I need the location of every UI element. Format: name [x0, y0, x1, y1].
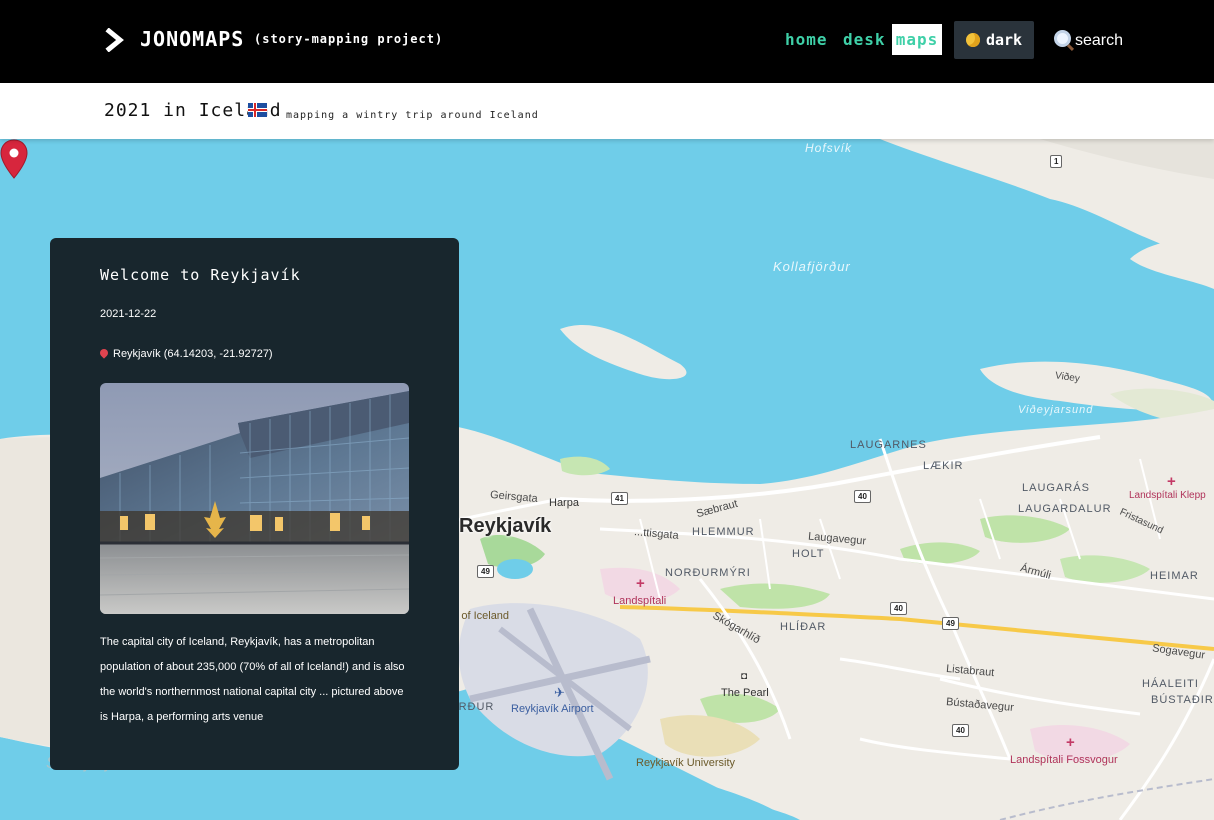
hospital-icon: + [1066, 734, 1075, 751]
nav-maps-link[interactable]: maps [892, 24, 942, 55]
harpa-photo[interactable] [100, 383, 409, 614]
district-heimar: HEIMAR [1150, 570, 1199, 582]
district-laugaras: LAUGARÁS [1022, 482, 1090, 494]
iceland-flag-icon [248, 103, 267, 117]
district-holt: HOLT [792, 548, 825, 560]
dark-mode-toggle[interactable]: dark [954, 21, 1034, 59]
chevron-right-icon[interactable] [104, 28, 126, 52]
location-pin-icon [98, 347, 110, 359]
poi-reykjavik-airport[interactable]: Reykjavík Airport [511, 703, 594, 715]
top-navbar: JONOMAPS (story-mapping project) home de… [0, 0, 1214, 83]
map-marker-pin-icon[interactable] [0, 139, 28, 179]
story-header: 2021 in Iceland mapping a wintry trip ar… [0, 83, 1214, 139]
district-laugarnes: LAUGARNES [850, 439, 927, 451]
nav-desk-link[interactable]: desk [843, 30, 886, 49]
camera-icon: ◘ [741, 671, 748, 682]
card-description: The capital city of Iceland, Reykjavík, … [100, 636, 405, 723]
water-label-videyjarsund: Viðeyjarsund [1018, 404, 1094, 416]
story-info-card: Welcome to Reykjavík 2021-12-22 Reykjaví… [50, 238, 459, 770]
card-date: 2021-12-22 [100, 308, 157, 320]
card-location-text: Reykjavík (64.14203, -21.92727) [113, 348, 273, 360]
route-shield-49-west: 49 [477, 565, 494, 578]
poi-landspitali-fossvogur[interactable]: Landspítali Fossvogur [1010, 754, 1118, 766]
district-laekir: LÆKIR [923, 460, 964, 472]
moon-icon [965, 33, 980, 47]
nav-home-link[interactable]: home [785, 30, 828, 49]
site-tagline: (story-mapping project) [254, 32, 444, 46]
hospital-icon: + [636, 575, 645, 592]
district-bustadir: BÚSTAÐIR [1151, 694, 1214, 706]
route-shield-41: 41 [611, 492, 628, 505]
poi-landspitali-kleppur[interactable]: Landspítali Klepp [1129, 490, 1206, 501]
route-shield-40-mid: 40 [890, 602, 907, 615]
story-description: mapping a wintry trip around Iceland [286, 110, 539, 121]
district-nordurmyri: NORÐURMÝRI [665, 567, 751, 579]
water-label-hofsvik: Hofsvík [805, 141, 853, 155]
poi-the-pearl[interactable]: The Pearl [721, 687, 769, 699]
route-shield-40-north: 40 [854, 490, 871, 503]
district-laugardalur: LAUGARDALUR [1018, 503, 1112, 515]
search-icon [1054, 30, 1071, 47]
city-label-reykjavik: Reykjavík [459, 515, 552, 537]
search-label: search [1075, 32, 1124, 49]
route-shield-1: 1 [1050, 155, 1063, 168]
district-hlemmur: HLEMMUR [692, 526, 755, 538]
airport-icon: ✈ [554, 685, 565, 700]
district-haaleiti: HÁALEITI [1142, 678, 1199, 690]
poi-reykjavik-university[interactable]: Reykjavík University [636, 757, 735, 769]
route-shield-40-south: 40 [952, 724, 969, 737]
water-label-kollafjordur: Kollafjörður [773, 259, 851, 274]
hospital-icon: + [1167, 473, 1176, 490]
poi-harpa[interactable]: Harpa [549, 497, 579, 509]
search-link[interactable]: search [1054, 30, 1123, 50]
card-title: Welcome to Reykjavík [100, 266, 301, 284]
poi-landspitali[interactable]: Landspítali [613, 595, 666, 607]
card-location: Reykjavík (64.14203, -21.92727) [98, 347, 273, 360]
route-shield-49-east: 49 [942, 617, 959, 630]
district-hlidar: HLÍÐAR [780, 621, 827, 633]
dark-mode-label: dark [985, 31, 1023, 49]
site-logo[interactable]: JONOMAPS [140, 27, 244, 51]
